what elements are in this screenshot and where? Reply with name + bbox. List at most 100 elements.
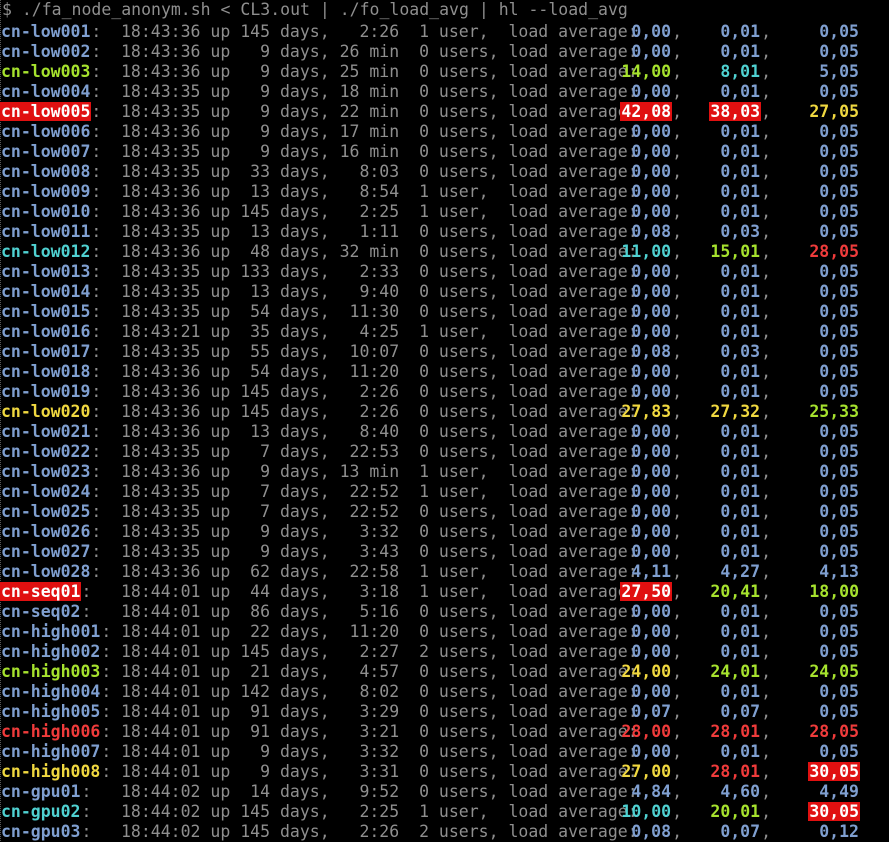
timestamp: 18:43:36 [121, 402, 201, 421]
output-row: cn-low019: 18:43:36 up 145 days, 2:26 0 u… [0, 382, 889, 402]
timestamp: 18:43:35 [121, 522, 201, 541]
load-separator: , [761, 822, 771, 841]
hostname-text: cn-high001 [1, 622, 101, 641]
load-average-label: load average: [508, 662, 638, 681]
load-value-5min: 0,01, [719, 422, 771, 442]
hostname-colon: : [91, 522, 102, 541]
hostname-text: cn-low026 [1, 522, 91, 541]
uptime-info: 18:43:35 up 7 days, 22:53 0 users, load … [121, 442, 638, 462]
load-number: 0,05 [819, 82, 859, 101]
user-count: 0 users, [419, 622, 499, 641]
load-value-5min: 0,01, [719, 282, 771, 302]
load-value-5min: 4,27, [719, 562, 771, 582]
hostname-text: cn-low013 [1, 262, 91, 281]
load-separator: , [761, 282, 771, 301]
hostname-colon: : [81, 782, 92, 801]
load-separator: , [672, 342, 682, 361]
load-number: 27,83 [621, 402, 672, 421]
output-row: cn-low017: 18:43:35 up 55 days, 10:07 0 u… [0, 342, 889, 362]
load-average-label: load average: [508, 762, 638, 781]
load-number: 0,01 [720, 282, 761, 301]
load-separator: , [761, 322, 771, 341]
load-value-15min: 0,05 [818, 142, 860, 162]
load-value-1min: 0,07, [630, 702, 682, 722]
node-hostname: cn-high008: [0, 762, 111, 782]
load-value-5min: 0,01, [719, 442, 771, 462]
load-number: 0,05 [819, 482, 859, 501]
hostname-colon: : [91, 442, 102, 461]
timestamp: 18:43:35 [121, 222, 201, 241]
load-number: 0,05 [819, 202, 859, 221]
load-number: 0,07 [720, 822, 761, 841]
load-separator: , [761, 522, 771, 541]
output-row: cn-low020: 18:43:36 up 145 days, 2:26 0 u… [0, 402, 889, 422]
timestamp: 18:44:01 [121, 722, 201, 741]
terminal-window[interactable]: $ ./fa_node_anonym.sh < CL3.out | ./fo_l… [0, 0, 889, 841]
load-number: 0,00 [631, 362, 672, 381]
load-number: 0,00 [631, 82, 672, 101]
hostname-colon: : [91, 162, 102, 181]
hostname-colon: : [101, 702, 112, 721]
load-separator: , [672, 282, 682, 301]
load-value-1min: 0,00, [630, 142, 682, 162]
load-number: 0,01 [720, 462, 761, 481]
hostname-text: cn-low023 [1, 462, 91, 481]
load-average-label: load average: [508, 782, 638, 801]
load-value-5min: 0,01, [719, 642, 771, 662]
load-number: 0,01 [720, 82, 761, 101]
output-row: cn-low025: 18:43:35 up 7 days, 22:52 0 us… [0, 502, 889, 522]
load-value-1min: 28,00, [620, 722, 682, 742]
load-number: 0,01 [720, 162, 761, 181]
user-count: 0 users, [419, 762, 499, 781]
up-label: up [210, 142, 231, 161]
load-number: 28,05 [809, 722, 859, 741]
load-separator: , [761, 742, 771, 761]
hostname-text: cn-high008 [1, 762, 101, 781]
node-hostname: cn-low016: [0, 322, 101, 342]
load-value-1min: 24,00, [620, 662, 682, 682]
load-value-5min: 28,01, [709, 762, 771, 782]
load-number: 4,49 [819, 782, 859, 801]
hostname-colon: : [91, 362, 102, 381]
node-hostname: cn-high003: [0, 662, 111, 682]
node-hostname: cn-gpu01: [0, 782, 91, 802]
hostname-text: cn-low019 [1, 382, 91, 401]
load-separator: , [761, 502, 771, 521]
load-value-1min: 0,08, [630, 822, 682, 842]
uptime-info: 18:44:02 up 145 days, 2:25 1 user, load … [121, 802, 638, 822]
load-number: 42,08 [620, 102, 673, 121]
load-number: 10,00 [621, 802, 672, 821]
load-value-1min: 4,84, [630, 782, 682, 802]
output-row: cn-low004: 18:43:35 up 9 days, 18 min 0 u… [0, 82, 889, 102]
load-value-5min: 0,01, [719, 142, 771, 162]
load-separator: , [672, 522, 682, 541]
load-separator: , [761, 442, 771, 461]
user-count: 1 user, [419, 22, 499, 41]
load-number: 0,01 [720, 262, 761, 281]
load-separator: , [672, 102, 682, 121]
load-number: 0,03 [720, 222, 761, 241]
load-number: 0,01 [720, 682, 761, 701]
load-value-15min: 0,05 [818, 642, 860, 662]
uptime-duration: 145 days, 2:26 [240, 382, 400, 401]
timestamp: 18:43:35 [121, 502, 201, 521]
user-count: 0 users, [419, 302, 499, 321]
user-count: 0 users, [419, 162, 499, 181]
up-label: up [210, 382, 231, 401]
uptime-info: 18:43:35 up 54 days, 11:30 0 users, load… [121, 302, 638, 322]
hostname-colon: : [91, 122, 102, 141]
load-value-5min: 0,01, [719, 82, 771, 102]
uptime-duration: 145 days, 2:25 [240, 802, 400, 821]
node-hostname: cn-low005: [0, 102, 101, 122]
load-average-label: load average: [508, 162, 638, 181]
output-row: cn-gpu03: 18:44:02 up 145 days, 2:26 2 us… [0, 822, 889, 842]
uptime-info: 18:44:01 up 91 days, 3:29 0 users, load … [121, 702, 638, 722]
output-row: cn-low018: 18:43:36 up 54 days, 11:20 0 u… [0, 362, 889, 382]
load-number: 27,32 [710, 402, 761, 421]
load-number: 4,27 [720, 562, 761, 581]
uptime-info: 18:43:35 up 7 days, 22:52 0 users, load … [121, 502, 638, 522]
hostname-colon: : [91, 322, 102, 341]
load-number: 0,01 [720, 502, 761, 521]
up-label: up [210, 362, 231, 381]
load-number: 0,01 [720, 382, 761, 401]
